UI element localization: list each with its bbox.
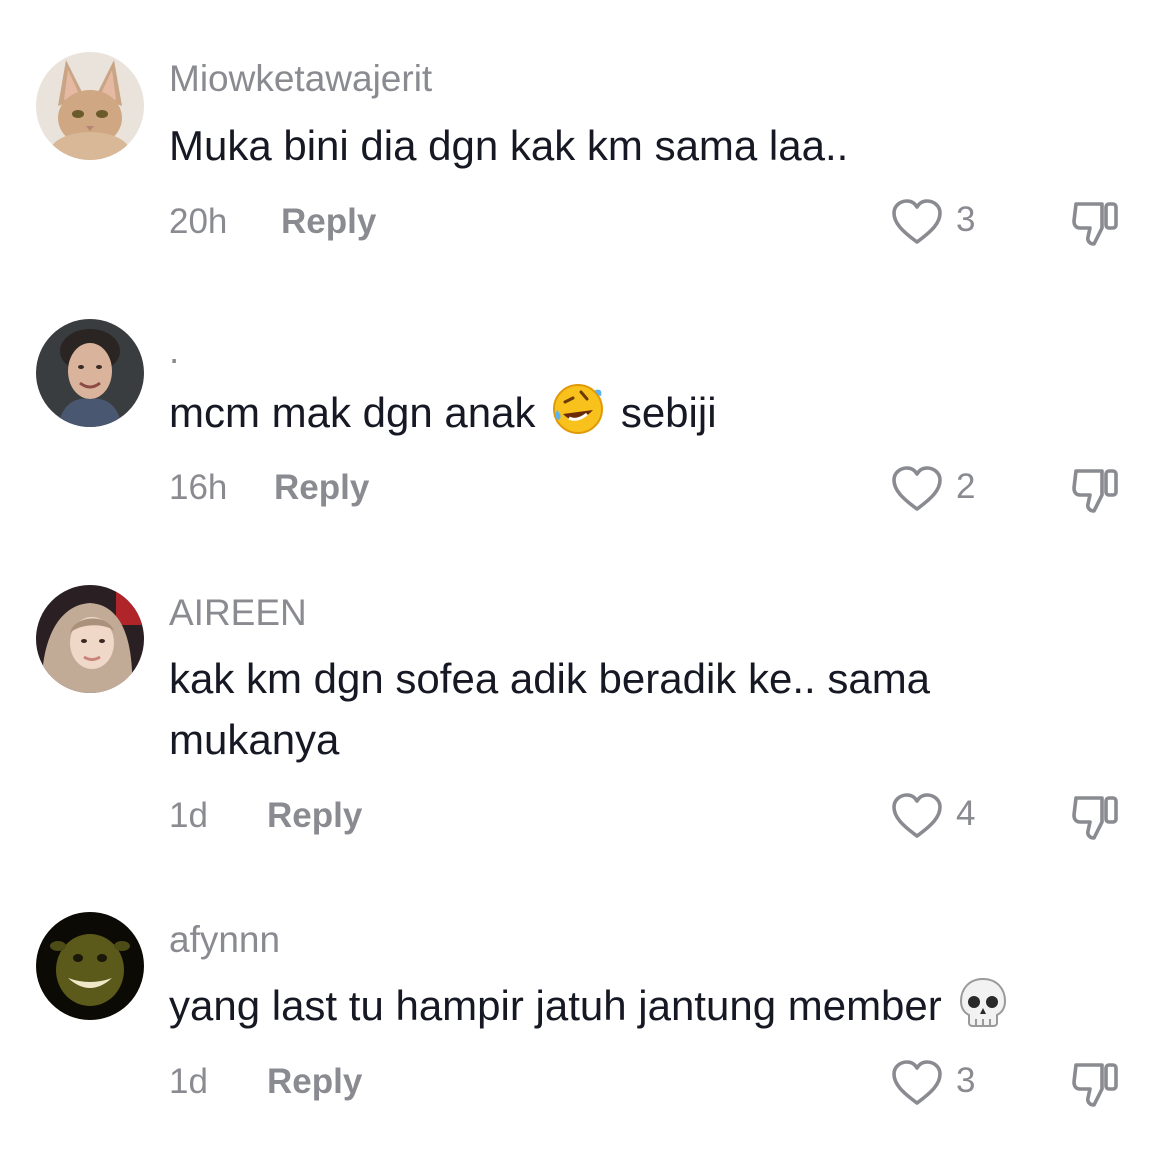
like-button[interactable]: 2 — [890, 465, 1000, 515]
thumbs-down-icon — [1072, 796, 1118, 840]
reply-button[interactable]: Reply — [267, 1062, 362, 1102]
username[interactable]: afynnn — [169, 919, 280, 961]
reply-button[interactable]: Reply — [274, 468, 369, 508]
timestamp: 16h — [169, 468, 228, 507]
comment-text-part: sebiji — [620, 389, 717, 436]
comment-text-part: mcm mak dgn anak — [169, 389, 536, 436]
comment-text: yang last tu hampir jatuh jantung member — [169, 975, 1149, 1045]
dislike-button[interactable] — [1068, 790, 1124, 844]
reply-button[interactable]: Reply — [281, 202, 376, 242]
dislike-button[interactable] — [1068, 463, 1124, 517]
like-button[interactable]: 4 — [890, 792, 1000, 842]
heart-icon — [892, 199, 942, 244]
timestamp: 1d — [169, 796, 208, 835]
comment-text-part: yang last tu hampir jatuh jantung member — [169, 982, 942, 1029]
thumbs-down-icon — [1072, 1063, 1118, 1107]
rolling-on-floor-laughing-emoji — [551, 382, 605, 452]
like-count: 3 — [956, 200, 976, 239]
username[interactable]: Miowketawajerit — [169, 58, 432, 100]
dislike-button[interactable] — [1068, 1057, 1124, 1111]
comment-text: kak km dgn sofea adik beradik ke.. sama … — [169, 655, 942, 763]
heart-icon — [892, 466, 942, 511]
thumbs-down-icon — [1072, 202, 1118, 246]
avatar[interactable] — [36, 319, 144, 427]
username[interactable]: AIREEN — [169, 592, 307, 634]
like-count: 4 — [956, 794, 976, 833]
heart-icon — [892, 793, 942, 838]
comment-text: mcm mak dgn anak sebiji — [169, 382, 1129, 452]
like-count: 2 — [956, 467, 976, 506]
avatar[interactable] — [36, 52, 144, 160]
thumbs-down-icon — [1072, 469, 1118, 513]
like-button[interactable]: 3 — [890, 1059, 1000, 1109]
timestamp: 1d — [169, 1062, 208, 1101]
skull-emoji — [957, 975, 1009, 1045]
avatar[interactable] — [36, 585, 144, 693]
username[interactable]: . — [169, 330, 179, 372]
like-count: 3 — [956, 1061, 976, 1100]
comment-text: Muka bini dia dgn kak km sama laa.. — [169, 122, 849, 169]
reply-button[interactable]: Reply — [267, 796, 362, 836]
avatar[interactable] — [36, 912, 144, 1020]
heart-icon — [892, 1060, 942, 1105]
like-button[interactable]: 3 — [890, 198, 1000, 248]
timestamp: 20h — [169, 202, 228, 241]
dislike-button[interactable] — [1068, 196, 1124, 250]
